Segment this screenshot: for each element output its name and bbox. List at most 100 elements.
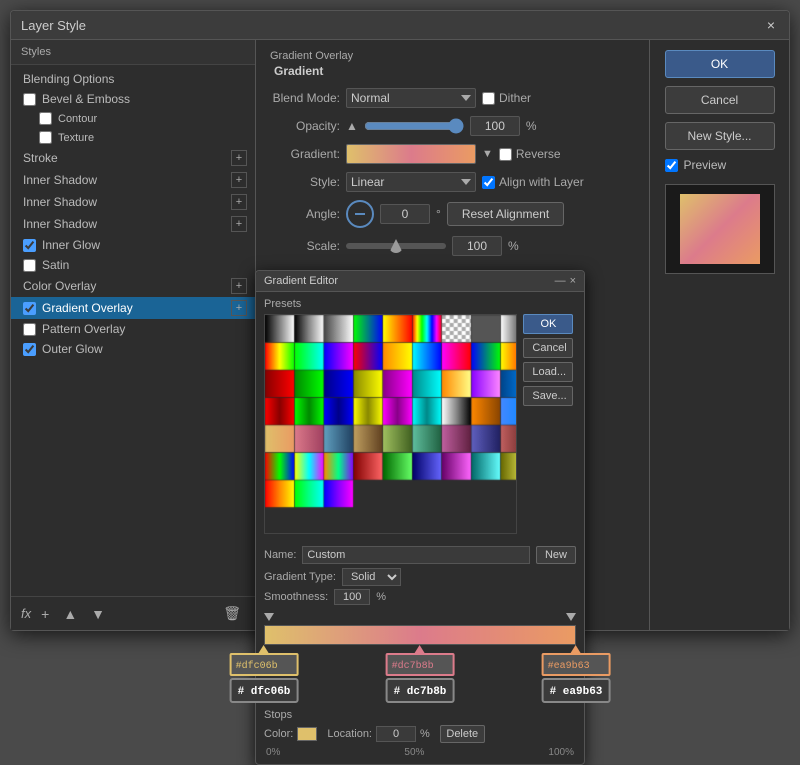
sidebar-item-contour[interactable]: Contour <box>11 109 255 128</box>
fx-label: fx <box>21 606 31 621</box>
ge-smoothness-input[interactable] <box>334 589 370 605</box>
panel-section-title: Gradient Overlay <box>270 50 635 62</box>
ge-title-buttons: — × <box>555 275 576 287</box>
scale-slider-track <box>346 243 446 249</box>
inner-shadow-1-label: Inner Shadow <box>23 173 97 187</box>
dither-checkbox[interactable] <box>482 92 495 105</box>
inner-glow-label: Inner Glow <box>42 238 100 252</box>
ge-percent-labels: 0% 50% 100% <box>264 747 576 758</box>
sidebar-item-inner-glow[interactable]: Inner Glow <box>11 235 255 255</box>
pattern-overlay-checkbox[interactable] <box>23 323 36 336</box>
inner-glow-checkbox[interactable] <box>23 239 36 252</box>
stroke-add-button[interactable]: + <box>231 150 247 166</box>
ge-delete-button[interactable]: Delete <box>440 725 485 743</box>
gradient-label: Gradient: <box>270 147 340 161</box>
opacity-slider-icon: ▲ <box>346 119 358 133</box>
bevel-emboss-checkbox[interactable] <box>23 93 36 106</box>
color-overlay-add-button[interactable]: + <box>231 278 247 294</box>
ge-opacity-stop-left[interactable] <box>264 611 274 623</box>
style-select[interactable]: Linear Radial Angle Reflected Diamond <box>346 172 476 192</box>
ge-close-button[interactable]: × <box>570 275 576 287</box>
sidebar-item-blending-options[interactable]: Blending Options <box>11 69 255 89</box>
opacity-label: Opacity: <box>270 119 340 133</box>
add-style-button[interactable]: + <box>37 604 53 624</box>
ge-name-input[interactable] <box>302 546 530 564</box>
ge-load-button[interactable]: Load... <box>523 362 573 382</box>
sidebar-item-outer-glow[interactable]: Outer Glow <box>11 339 255 359</box>
blend-mode-select[interactable]: Normal Dissolve Multiply Screen Overlay <box>346 88 476 108</box>
angle-row: Angle: ° Reset Alignment <box>270 200 635 228</box>
delete-style-button[interactable]: 🗑 <box>219 603 245 624</box>
texture-checkbox[interactable] <box>39 131 52 144</box>
gradient-dropdown-icon[interactable]: ▼ <box>482 148 493 160</box>
reverse-checkbox[interactable] <box>499 148 512 161</box>
ge-badge-100-text: # ea9b63 <box>550 686 603 698</box>
gradient-preview-bar[interactable] <box>346 144 476 164</box>
sidebar-item-inner-shadow-3[interactable]: Inner Shadow + <box>11 213 255 235</box>
ge-cancel-button[interactable]: Cancel <box>523 338 573 358</box>
ge-opacity-stop-right[interactable] <box>566 611 576 623</box>
ge-stop-color-swatch-100: #ea9b63 <box>542 653 611 676</box>
ge-stop-location-input[interactable] <box>376 726 416 742</box>
ge-stops-label: Stops <box>264 709 576 721</box>
angle-circle[interactable] <box>346 200 374 228</box>
sidebar-item-inner-shadow-1[interactable]: Inner Shadow + <box>11 169 255 191</box>
move-down-button[interactable]: ▼ <box>87 604 109 624</box>
sidebar-item-stroke[interactable]: Stroke + <box>11 147 255 169</box>
ge-save-button[interactable]: Save... <box>523 386 573 406</box>
ge-stop-color-value-100: #ea9b63 <box>548 661 590 672</box>
satin-checkbox[interactable] <box>23 259 36 272</box>
gradient-overlay-label: Gradient Overlay <box>42 301 133 315</box>
sidebar-item-texture[interactable]: Texture <box>11 128 255 147</box>
scale-percent: % <box>508 239 519 253</box>
preview-checkbox[interactable] <box>665 159 678 172</box>
sidebar-item-satin[interactable]: Satin <box>11 255 255 275</box>
degree-symbol: ° <box>436 207 441 221</box>
ge-ok-button[interactable]: OK <box>523 314 573 334</box>
style-label: Style: <box>270 175 340 189</box>
ge-minimize-button[interactable]: — <box>555 275 566 287</box>
opacity-input[interactable] <box>470 116 520 136</box>
gradient-editor-dialog: Gradient Editor — × Presets OK Cancel Lo… <box>255 270 585 765</box>
cancel-button[interactable]: Cancel <box>665 86 775 114</box>
dialog-close-button[interactable]: × <box>763 17 779 33</box>
sidebar-item-bevel-emboss[interactable]: Bevel & Emboss <box>11 89 255 109</box>
ge-gradient-bar[interactable] <box>264 625 576 645</box>
align-checkbox[interactable] <box>482 176 495 189</box>
ge-color-stop-50[interactable]: #dc7b8b # dc7b8b <box>386 645 455 703</box>
styles-header: Styles <box>11 40 255 65</box>
move-up-button[interactable]: ▲ <box>59 604 81 624</box>
outer-glow-checkbox[interactable] <box>23 343 36 356</box>
ge-stop-color-swatch[interactable] <box>297 727 317 741</box>
gradient-row: Gradient: ▼ Reverse <box>270 144 635 164</box>
sidebar-item-gradient-overlay[interactable]: Gradient Overlay + <box>11 297 255 319</box>
ge-new-button[interactable]: New <box>536 546 576 564</box>
presets-canvas[interactable] <box>265 315 517 534</box>
pattern-overlay-label: Pattern Overlay <box>42 322 125 336</box>
scale-input[interactable] <box>452 236 502 256</box>
inner-shadow-1-add-button[interactable]: + <box>231 172 247 188</box>
ge-presets-area: OK Cancel Load... Save... <box>264 314 576 540</box>
align-label: Align with Layer <box>499 175 584 189</box>
ge-color-stop-100[interactable]: #ea9b63 # ea9b63 <box>542 645 611 703</box>
sidebar-item-color-overlay[interactable]: Color Overlay + <box>11 275 255 297</box>
ge-gradient-type-select[interactable]: Solid Noise <box>342 568 401 586</box>
inner-shadow-3-add-button[interactable]: + <box>231 216 247 232</box>
ge-stop-location-label: Location: <box>327 728 372 740</box>
inner-shadow-3-label: Inner Shadow <box>23 217 97 231</box>
angle-input[interactable] <box>380 204 430 224</box>
contour-checkbox[interactable] <box>39 112 52 125</box>
reset-alignment-button[interactable]: Reset Alignment <box>447 202 564 226</box>
right-panel: OK Cancel New Style... Preview <box>649 40 789 630</box>
ok-button[interactable]: OK <box>665 50 775 78</box>
ge-color-stop-0[interactable]: #dfc06b # dfc06b <box>230 645 299 703</box>
sidebar-item-pattern-overlay[interactable]: Pattern Overlay <box>11 319 255 339</box>
sidebar-item-inner-shadow-2[interactable]: Inner Shadow + <box>11 191 255 213</box>
new-style-button[interactable]: New Style... <box>665 122 775 150</box>
gradient-overlay-checkbox[interactable] <box>23 302 36 315</box>
gradient-overlay-add-button[interactable]: + <box>231 300 247 316</box>
ge-color-stops-area: #dfc06b # dfc06b #dc7b8b # dc7b8b <box>264 645 576 705</box>
opacity-slider[interactable] <box>364 118 464 134</box>
ge-stop-color-swatch-0: #dfc06b <box>230 653 299 676</box>
inner-shadow-2-add-button[interactable]: + <box>231 194 247 210</box>
